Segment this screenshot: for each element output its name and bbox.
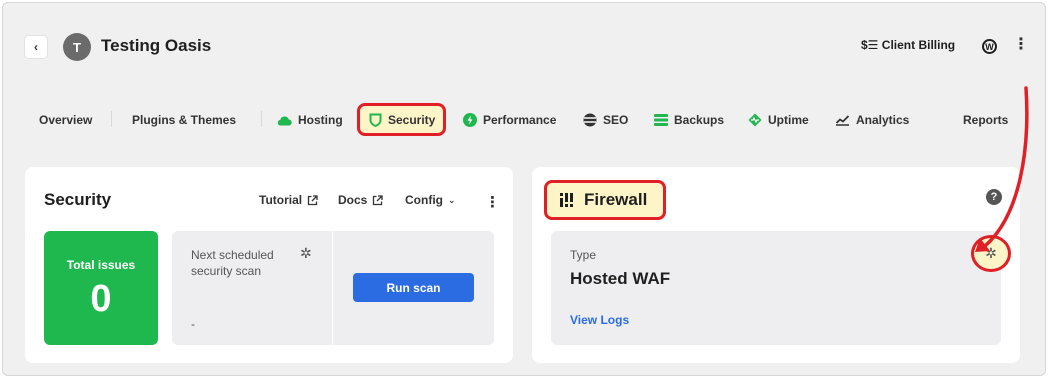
tab-label: Reports [963,113,1009,127]
tab-performance[interactable]: Performance [463,111,556,129]
cloud-icon [277,116,292,126]
total-issues-count: 0 [90,278,112,320]
avatar-letter: T [73,39,81,55]
stack-icon [654,114,668,126]
tab-seo[interactable]: SEO [583,111,628,129]
firewall-card: Firewall ? Type Hosted WAF View Logs ✲ [532,167,1020,363]
security-card-title: Security [44,190,112,209]
chevron-down-icon: ⌄ [448,194,456,205]
tab-overview[interactable]: Overview [39,111,92,129]
chart-icon [835,115,850,126]
external-link-icon [307,194,318,205]
tab-hosting[interactable]: Hosting [276,111,343,129]
back-button[interactable]: ‹ [25,36,47,58]
external-link-icon [373,194,383,205]
config-dropdown[interactable]: Config ⌄ [405,193,456,207]
bolt-icon [463,113,477,127]
scan-panel: Next scheduled security scan ✲ - Run sca… [172,231,494,345]
docs-link[interactable]: Docs [338,193,383,207]
globe-icon [583,113,597,127]
run-scan-button[interactable]: Run scan [353,273,474,302]
next-scan-value: - [191,317,195,331]
tutorial-label: Tutorial [259,193,303,207]
wordpress-icon[interactable]: W [982,39,997,54]
site-title: Testing Oasis [101,36,212,55]
total-issues-label: Total issues [66,258,136,272]
client-billing-button[interactable]: $☰ Client Billing [861,38,955,52]
heartbeat-icon [748,113,762,127]
firewall-type-label: Type [570,248,597,262]
app-frame: ‹ T Testing Oasis $☰ Client Billing W ⋮ … [2,2,1046,376]
tab-label: Analytics [856,113,910,127]
client-billing-label: Client Billing [881,38,956,52]
firewall-panel: Type Hosted WAF View Logs ✲ [551,231,1011,345]
tab-label: Uptime [768,113,809,127]
site-avatar: T [63,33,91,61]
config-label: Config [405,193,443,207]
tab-label: Backups [674,113,725,127]
tab-label: Security [388,113,436,127]
tab-label: Overview [39,113,93,127]
shield-icon [369,113,382,127]
gear-icon[interactable]: ✲ [300,245,312,262]
tab-label: Hosting [298,113,343,127]
nav-divider [111,111,112,127]
more-menu-icon[interactable]: ⋮ [1013,37,1029,53]
tab-security[interactable]: Security [369,111,435,129]
help-icon[interactable]: ? [986,189,1002,205]
tab-uptime[interactable]: Uptime [748,111,809,129]
firewall-card-title: Firewall [584,190,648,209]
firewall-icon [560,193,573,207]
wordpress-glyph: W [985,41,994,52]
next-scan-label: Next scheduled security scan [191,248,274,278]
firewall-title-highlight: Firewall [544,180,666,220]
tab-label: Plugins & Themes [132,113,237,127]
docs-label: Docs [338,193,368,207]
security-card: Security Tutorial Docs Config ⌄ ⋮ Total … [25,167,513,363]
security-more-icon[interactable]: ⋮ [485,193,500,211]
tab-backups[interactable]: Backups [654,111,724,129]
tab-label: SEO [603,113,629,127]
tab-plugins-themes[interactable]: Plugins & Themes [132,111,236,129]
tutorial-link[interactable]: Tutorial [259,193,318,207]
tab-reports[interactable]: Reports [963,111,1008,129]
firewall-type-value: Hosted WAF [570,269,671,288]
scan-divider [332,231,333,345]
tab-analytics[interactable]: Analytics [835,111,909,129]
view-logs-link[interactable]: View Logs [570,313,629,327]
tab-label: Performance [483,113,557,127]
total-issues-tile: Total issues 0 [44,231,158,345]
billing-icon: $☰ [861,38,879,52]
firewall-settings-gear-icon[interactable]: ✲ [971,235,1011,272]
nav-divider [261,111,262,127]
chevron-left-icon: ‹ [34,40,38,54]
